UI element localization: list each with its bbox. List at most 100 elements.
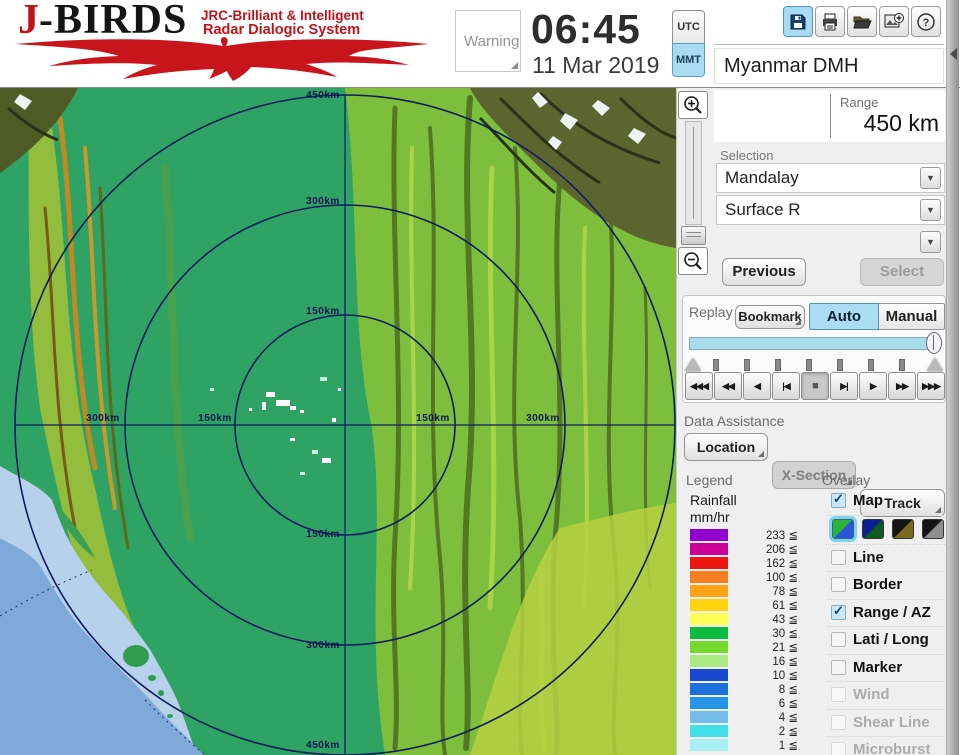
zoom-in-button[interactable] — [678, 91, 708, 119]
extra-dropdown[interactable]: ▼ — [716, 227, 945, 257]
utc-button[interactable]: UTC — [672, 10, 705, 44]
map-style-swatch-1[interactable] — [832, 518, 854, 539]
checkbox — [831, 714, 846, 730]
legend-value: 21 ≦ — [772, 641, 798, 654]
panel-divider — [714, 44, 944, 45]
checkbox — [831, 687, 846, 702]
mmt-button[interactable]: MMT — [672, 43, 705, 77]
step-back-button[interactable]: ◀ — [743, 372, 771, 400]
ring-label-300-bottom: 300km — [306, 640, 340, 651]
map-style-swatch-2[interactable] — [862, 518, 884, 539]
station-title: Myanmar DMH — [714, 48, 944, 84]
legend-value: 30 ≦ — [772, 627, 798, 640]
checkbox[interactable] — [831, 577, 846, 592]
slider-tick — [868, 359, 874, 371]
radar-map[interactable]: 450km 300km 150km 150km 300km 450km 300k… — [0, 88, 676, 755]
overlay-item-label: Lati / Long — [853, 631, 929, 648]
open-file-button[interactable] — [847, 6, 877, 37]
stop-button[interactable]: ■ — [801, 372, 829, 400]
print-button[interactable] — [815, 6, 845, 37]
auto-button[interactable]: Auto — [809, 303, 879, 330]
site-dropdown[interactable]: Mandalay ▼ — [716, 163, 945, 193]
checkbox[interactable] — [831, 603, 846, 620]
overlay-item-range-az[interactable]: Range / AZ — [826, 600, 945, 627]
legend-value: 100 ≦ — [765, 571, 798, 584]
slider-tick — [713, 359, 719, 371]
legend-value: 61 ≦ — [772, 599, 798, 612]
overlay-item-label: Marker — [853, 658, 903, 676]
export-image-button[interactable] — [879, 6, 909, 37]
bookmark-button[interactable]: Bookmark — [735, 305, 805, 329]
legend-row: 78 ≦ — [690, 584, 800, 598]
overlay-item-label: Microburst — [853, 741, 931, 755]
logo-tagline-1: JRC-Brilliant & Intelligent — [201, 8, 364, 23]
overlay-item-marker[interactable]: Marker — [826, 655, 945, 682]
forward-fast-button[interactable]: ▶▶▶ — [917, 372, 945, 400]
zoom-slider-track[interactable] — [685, 121, 702, 225]
svg-text:?: ? — [923, 17, 930, 29]
replay-group: Replay Bookmark Auto Manual ◀◀◀ ◀◀ ◀ |◀ ■ ▶| ▶… — [682, 295, 946, 403]
legend-row: 16 ≦ — [690, 654, 800, 668]
overlay-item-map[interactable]: Map — [826, 488, 945, 516]
chevron-down-icon[interactable]: ▼ — [920, 199, 941, 221]
save-icon — [790, 14, 806, 29]
chevron-down-icon[interactable]: ▼ — [920, 231, 941, 253]
save-button[interactable] — [783, 6, 813, 37]
checkbox[interactable] — [831, 549, 846, 565]
overlay-item-microburst: Microburst — [826, 737, 945, 755]
rewind-fast-button[interactable]: ◀◀◀ — [685, 372, 713, 400]
legend-swatch — [690, 612, 728, 625]
legend-value: 8 ≦ — [778, 683, 798, 696]
overlay-item-lati-long[interactable]: Lati / Long — [826, 627, 945, 655]
overlay-item-label: Wind — [853, 686, 890, 703]
range-value: 450 km — [863, 110, 939, 136]
product-dropdown[interactable]: Surface R ▼ — [716, 195, 945, 225]
legend-value: 43 ≦ — [772, 613, 798, 626]
slider-start-marker[interactable] — [685, 358, 701, 371]
checkbox[interactable] — [831, 491, 846, 508]
jbirds-app: J-BIRDS JRC-Brilliant & Intelligent Rada… — [0, 0, 960, 755]
zoom-out-button[interactable] — [678, 247, 708, 275]
skip-end-button[interactable]: ▶| — [830, 372, 858, 400]
warning-selector[interactable]: Warning — [455, 10, 521, 72]
replay-label: Replay — [689, 304, 733, 320]
zoom-slider-thumb[interactable] — [681, 226, 706, 245]
overlay-item-line[interactable]: Line — [826, 545, 945, 572]
collapse-arrow-icon — [950, 48, 957, 60]
image-plus-icon — [884, 12, 904, 27]
replay-slider-handle[interactable] — [926, 332, 942, 354]
range-divider — [830, 94, 831, 138]
play-button[interactable]: ▶ — [859, 372, 887, 400]
panel-collapse-strip[interactable] — [946, 0, 959, 755]
slider-end-marker[interactable] — [927, 358, 943, 371]
clock-date: 11 Mar 2019 — [532, 52, 660, 78]
ring-label-450-top: 450km — [306, 90, 340, 101]
skip-start-button[interactable]: |◀ — [772, 372, 800, 400]
legend-swatch — [690, 696, 728, 709]
legend-row: 2 ≦ — [690, 724, 800, 738]
forward-button[interactable]: ▶▶ — [888, 372, 916, 400]
eagle-logo-icon — [15, 37, 429, 81]
legend-row: 100 ≦ — [690, 570, 800, 584]
map-style-swatch-4[interactable] — [922, 518, 944, 539]
legend-value: 206 ≦ — [765, 543, 798, 556]
legend-value: 2 ≦ — [778, 725, 798, 738]
legend-swatch — [690, 542, 728, 555]
map-style-swatch-3[interactable] — [892, 518, 914, 539]
overlay-item-label: Shear Line — [853, 713, 930, 731]
zoom-out-icon — [684, 252, 702, 270]
previous-button[interactable]: Previous — [722, 258, 806, 286]
chevron-down-icon[interactable]: ▼ — [920, 167, 941, 189]
rewind-button[interactable]: ◀◀ — [714, 372, 742, 400]
legend-label: Legend — [686, 472, 733, 488]
help-button[interactable]: ? — [911, 6, 941, 37]
overlay-item-label: Border — [853, 576, 903, 593]
select-button[interactable]: Select — [860, 258, 944, 286]
manual-button[interactable]: Manual — [879, 303, 945, 330]
checkbox[interactable] — [831, 632, 846, 647]
replay-slider-track[interactable] — [689, 337, 939, 350]
legend-swatch — [690, 724, 728, 737]
checkbox[interactable] — [831, 659, 846, 675]
overlay-item-border[interactable]: Border — [826, 572, 945, 600]
location-button[interactable]: Location — [684, 433, 768, 461]
